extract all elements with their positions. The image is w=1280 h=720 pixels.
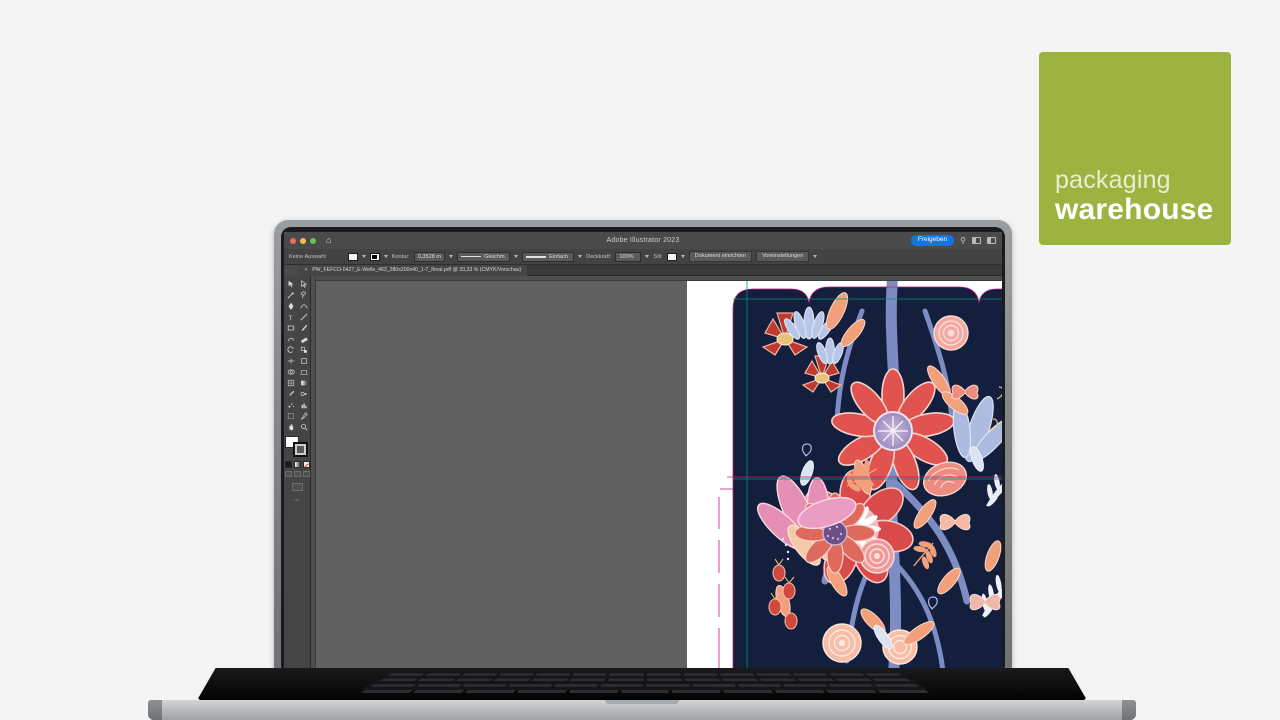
document-tab[interactable]: ✕ PW_FEFCO-0427_E-Welle_463_280x200x40_1… [298, 265, 527, 276]
opacity-chevron-down-icon[interactable] [645, 255, 649, 258]
preferences-button[interactable]: Voreinstellungen [756, 251, 809, 263]
laptop-foot-right [1122, 700, 1136, 720]
shape-builder-tool[interactable] [285, 366, 297, 377]
curvature-tool[interactable] [298, 300, 310, 311]
stroke-color-swatch[interactable] [293, 442, 308, 457]
pen-tool[interactable] [285, 300, 297, 311]
paintbrush-tool[interactable] [298, 322, 310, 333]
slice-tool[interactable] [298, 410, 310, 421]
app-title-bar: ⌂ Adobe Illustrator 2023 Freigeben ⚲ [284, 232, 1002, 249]
laptop-screen: ⌂ Adobe Illustrator 2023 Freigeben ⚲ Kei… [284, 232, 1002, 668]
gradient-tool[interactable] [298, 377, 310, 388]
eraser-tool[interactable] [298, 333, 310, 344]
type-tool[interactable]: T [285, 311, 297, 322]
drawing-mode-behind-icon[interactable] [294, 471, 301, 477]
rotate-tool[interactable] [285, 344, 297, 355]
document-tab-bar: ✕ PW_FEFCO-0427_E-Welle_463_280x200x40_1… [284, 265, 1002, 276]
opacity-label: Deckkraft: [586, 254, 611, 260]
document-canvas[interactable] [311, 276, 1002, 668]
stroke-profile-chevron-down-icon[interactable] [514, 255, 518, 258]
vertical-ruler[interactable] [311, 276, 316, 668]
eyedropper-tool[interactable] [285, 388, 297, 399]
stroke-style-select[interactable]: Einfach [522, 252, 574, 262]
laptop-base-notch [605, 700, 679, 704]
stroke-profile-value: Gleichm. [484, 254, 506, 260]
change-screen-mode-icon[interactable] [292, 483, 303, 491]
stroke-chevron-down-icon[interactable] [384, 255, 388, 258]
hand-tool[interactable] [285, 421, 297, 432]
opacity-input[interactable]: 100% [615, 252, 641, 262]
stroke-weight-input[interactable]: 0,3528 m [414, 252, 445, 262]
tab-drag-handle[interactable] [284, 265, 298, 276]
lasso-tool[interactable] [298, 289, 310, 300]
color-mode-row [285, 461, 310, 468]
document-setup-button[interactable]: Dokument einrichten [689, 251, 752, 263]
blend-tool[interactable] [298, 388, 310, 399]
magic-wand-tool[interactable] [285, 289, 297, 300]
style-chevron-down-icon[interactable] [681, 255, 685, 258]
control-bar-overflow-icon[interactable] [813, 255, 817, 258]
fill-chevron-down-icon[interactable] [362, 255, 366, 258]
laptop-foot-left [148, 700, 162, 720]
stroke-style-chevron-down-icon[interactable] [578, 255, 582, 258]
fill-swatch[interactable] [348, 253, 358, 261]
perspective-grid-tool[interactable] [298, 366, 310, 377]
column-graph-tool[interactable] [298, 399, 310, 410]
style-label: Stil: [653, 254, 662, 260]
shaper-tool[interactable] [285, 333, 297, 344]
color-button[interactable] [285, 461, 292, 468]
search-icon[interactable]: ⚲ [960, 237, 966, 245]
color-controls [285, 436, 309, 458]
selection-status: Keine Auswahl [289, 254, 326, 260]
stroke-profile-select[interactable]: Gleichm. [457, 252, 510, 262]
width-tool[interactable] [285, 355, 297, 366]
artboard-tool[interactable] [285, 410, 297, 421]
gradient-button[interactable] [294, 461, 301, 468]
direct-selection-tool[interactable] [298, 278, 310, 289]
control-bar: Keine Auswahl Kontur: 0,3528 m Gleichm. … [284, 249, 1002, 265]
tool-grid: T [285, 278, 310, 432]
app-title: Adobe Illustrator 2023 [284, 237, 1002, 244]
laptop-keyboard [361, 672, 929, 690]
artboard[interactable] [687, 281, 1002, 668]
stroke-weight-chevron-down-icon[interactable] [449, 255, 453, 258]
close-tab-icon[interactable]: ✕ [304, 267, 308, 273]
free-transform-tool[interactable] [298, 355, 310, 366]
stroke-style-value: Einfach [549, 254, 568, 260]
graphic-style-swatch[interactable] [667, 253, 677, 261]
scale-tool[interactable] [298, 344, 310, 355]
drawing-mode-inside-icon[interactable] [303, 471, 310, 477]
stroke-swatch[interactable] [370, 253, 380, 261]
none-button[interactable] [303, 461, 310, 468]
selection-tool[interactable] [285, 278, 297, 289]
line-segment-tool[interactable] [298, 311, 310, 322]
share-button[interactable]: Freigeben [911, 235, 954, 246]
zoom-tool[interactable] [298, 421, 310, 432]
svg-text:T: T [288, 314, 292, 321]
arrange-documents-icon[interactable] [972, 237, 981, 244]
drawing-mode-normal-icon[interactable] [285, 471, 292, 477]
floral-packaging-artwork [687, 281, 1002, 668]
laptop-mockup: ⌂ Adobe Illustrator 2023 Freigeben ⚲ Kei… [0, 0, 1280, 720]
document-tab-label: PW_FEFCO-0427_E-Welle_463_280x200x40_1-7… [312, 267, 521, 273]
mesh-tool[interactable] [285, 377, 297, 388]
stroke-weight-label: Kontur: [392, 254, 410, 260]
symbol-sprayer-tool[interactable] [285, 399, 297, 410]
screen-mode-toggle [292, 483, 303, 491]
rectangle-tool[interactable] [285, 322, 297, 333]
screen-mode-row [285, 471, 310, 477]
edit-toolbar-icon[interactable]: ⋯ [294, 497, 301, 504]
workspace-switcher-icon[interactable] [987, 237, 996, 244]
tools-panel: T [284, 276, 311, 668]
